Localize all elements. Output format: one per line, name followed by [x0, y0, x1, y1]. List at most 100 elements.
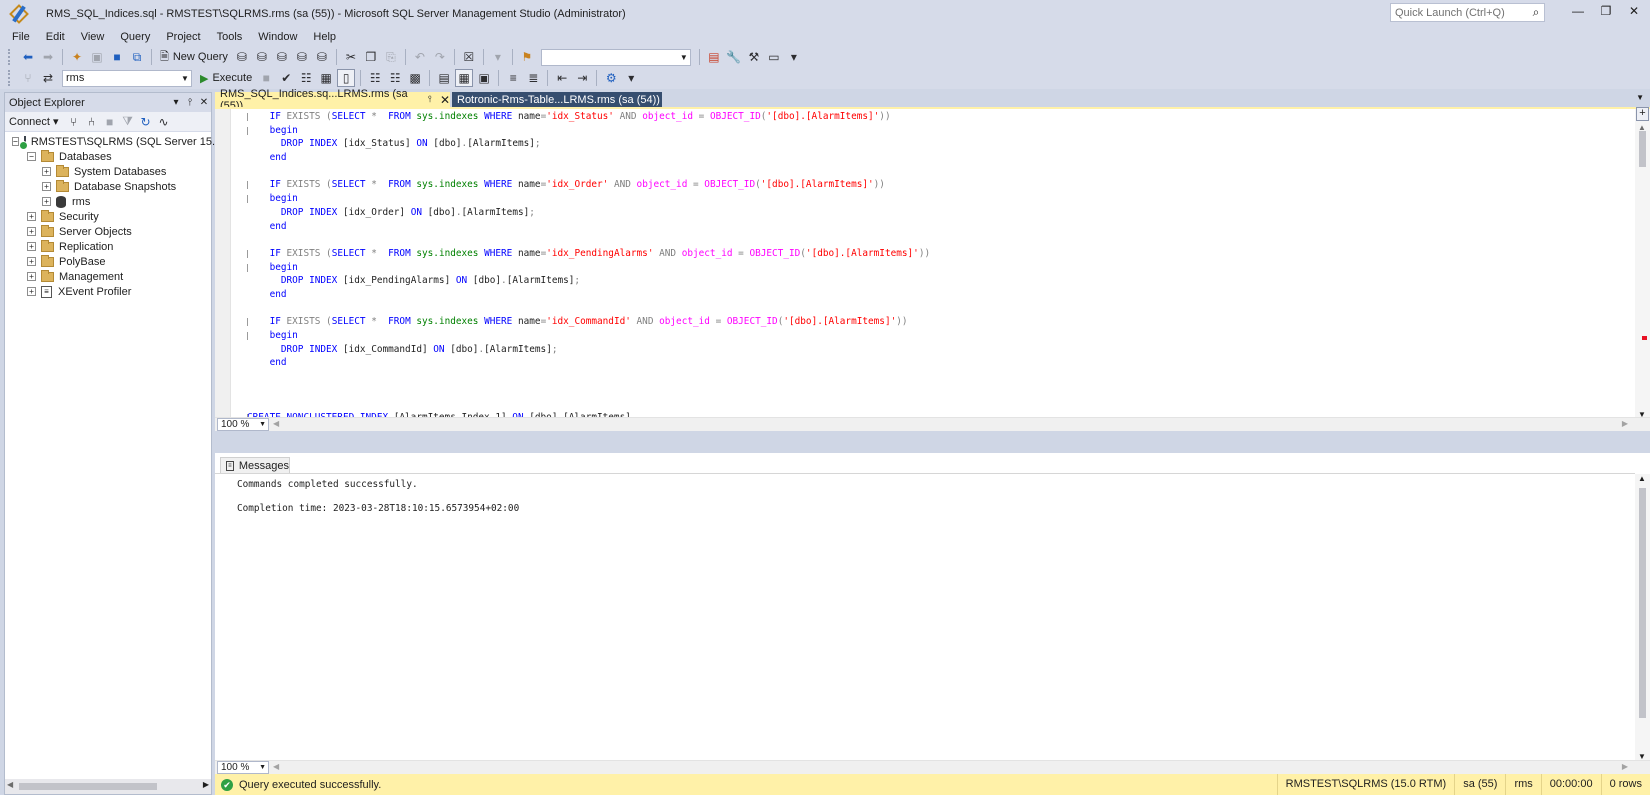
tree-item-server-objects[interactable]: + Server Objects [5, 224, 211, 239]
fold-collapse-icon[interactable]: − [247, 195, 248, 204]
results-to-grid-icon[interactable]: ▦ [455, 69, 474, 87]
disconnect-icon[interactable]: ⑃ [84, 113, 100, 131]
redo-icon[interactable]: ↷ [431, 48, 449, 66]
menu-tools[interactable]: Tools [209, 31, 251, 43]
fold-collapse-icon[interactable]: − [247, 249, 248, 258]
scroll-thumb[interactable] [19, 783, 157, 790]
scroll-left-icon[interactable]: ◀ [7, 780, 13, 789]
expand-icon[interactable]: + [27, 287, 36, 296]
toolbox-icon[interactable]: ⚒ [745, 48, 763, 66]
fold-collapse-icon[interactable]: − [247, 113, 248, 121]
code-line[interactable]: − IF EXISTS (SELECT * FROM sys.indexes W… [247, 247, 1627, 261]
code-line[interactable]: end [247, 151, 1627, 165]
tree-item-server[interactable]: − RMSTEST\SQLRMS (SQL Server 15.0.2000 -… [5, 134, 274, 150]
scroll-right-icon[interactable]: ▶ [203, 780, 209, 789]
query-editor[interactable]: − IF EXISTS (SELECT * FROM sys.indexes W… [215, 107, 1650, 431]
save-icon[interactable]: ■ [108, 48, 126, 66]
new-query-button[interactable]: 🗎 New Query [156, 48, 232, 66]
fold-collapse-icon[interactable]: − [247, 332, 248, 340]
collapse-icon[interactable]: − [12, 137, 19, 146]
specify-template-values-icon[interactable]: ⚙ [602, 69, 620, 87]
code-line[interactable]: − IF EXISTS (SELECT * FROM sys.indexes W… [247, 110, 1627, 124]
code-line[interactable]: end [247, 356, 1627, 370]
code-line[interactable]: − begin [247, 261, 1627, 275]
include-actual-plan-icon[interactable]: ☷ [366, 69, 384, 87]
tree-item-management[interactable]: + Management [5, 269, 211, 284]
code-line[interactable]: DROP INDEX [idx_PendingAlarms] ON [dbo].… [247, 274, 1627, 288]
menu-file[interactable]: File [4, 31, 38, 43]
parse-checkmark-icon[interactable]: ✔ [277, 69, 295, 87]
analysis-mdx-query-icon[interactable]: ⛁ [253, 48, 271, 66]
database-engine-query-icon[interactable]: ⛁ [233, 48, 251, 66]
code-line[interactable] [247, 397, 1627, 411]
refresh-icon[interactable]: ↻ [138, 113, 154, 131]
client-statistics-icon[interactable]: ▩ [406, 69, 424, 87]
editor-vscrollbar[interactable]: + ▲ ▼ [1635, 107, 1650, 419]
menu-project[interactable]: Project [158, 31, 208, 43]
expand-icon[interactable]: + [27, 242, 36, 251]
search-icon[interactable]: ⌕ [1528, 5, 1544, 20]
cancel-query-icon[interactable]: ■ [257, 69, 275, 87]
code-line[interactable] [247, 384, 1627, 398]
connect-object-explorer-icon[interactable]: ⑂ [66, 113, 82, 131]
find-in-files-icon[interactable]: ⚑ [518, 48, 536, 66]
code-line[interactable] [247, 233, 1627, 247]
display-estimated-plan-icon[interactable]: ☷ [297, 69, 315, 87]
close-panel-icon[interactable]: ✕ [197, 97, 211, 108]
tree-item-rms[interactable]: + rms [5, 194, 211, 209]
forward-icon[interactable]: ➡ [39, 48, 57, 66]
tree-item-system-databases[interactable]: + System Databases [5, 164, 211, 179]
tab-messages[interactable]: ≡ Messages [220, 457, 290, 473]
change-connection-icon[interactable]: ⇄ [39, 69, 57, 87]
quick-launch-input[interactable]: Quick Launch (Ctrl+Q) ⌕ [1390, 3, 1545, 22]
back-icon[interactable]: ⬅ [19, 48, 37, 66]
code-line[interactable]: DROP INDEX [idx_Status] ON [dbo].[AlarmI… [247, 137, 1627, 151]
chevron-down-icon[interactable]: ▼ [678, 53, 690, 62]
fold-collapse-icon[interactable]: − [247, 181, 248, 190]
execute-button[interactable]: ▶ Execute [196, 69, 256, 87]
available-databases-combo[interactable]: rms ▼ [62, 69, 192, 87]
code-line[interactable]: − IF EXISTS (SELECT * FROM sys.indexes W… [247, 315, 1627, 329]
close-window-icon[interactable]: ✕ [1624, 4, 1644, 22]
code-line[interactable]: − begin [247, 124, 1627, 138]
increase-indent-icon[interactable]: ⇥ [573, 69, 591, 87]
toolbar-grip[interactable] [8, 49, 12, 65]
solution-configurations-icon[interactable]: ▾ [489, 48, 507, 66]
tree-item-security[interactable]: + Security [5, 209, 211, 224]
menu-query[interactable]: Query [112, 31, 158, 43]
tree-item-databases[interactable]: − Databases [5, 149, 211, 164]
code-line[interactable] [247, 165, 1627, 179]
activity-monitor-icon[interactable]: ☒ [460, 48, 478, 66]
expand-icon[interactable]: + [42, 167, 51, 176]
analysis-xmla-query-icon[interactable]: ⛁ [293, 48, 311, 66]
analysis-dax-query-icon[interactable]: ⛁ [313, 48, 331, 66]
code-line[interactable] [247, 302, 1627, 316]
undo-icon[interactable]: ↶ [411, 48, 429, 66]
pin-icon[interactable]: ⫯ [183, 97, 197, 108]
expand-icon[interactable]: + [27, 272, 36, 281]
menu-edit[interactable]: Edit [38, 31, 73, 43]
restore-icon[interactable]: ❐ [1596, 4, 1616, 22]
fold-collapse-icon[interactable]: − [247, 263, 248, 272]
registered-servers-icon[interactable]: ▤ [705, 48, 723, 66]
tree-item-replication[interactable]: + Replication [5, 239, 211, 254]
scroll-right-icon[interactable]: ▶ [1622, 419, 1628, 428]
close-tab-icon[interactable]: ✕ [440, 93, 450, 107]
scroll-left-icon[interactable]: ◀ [273, 419, 279, 428]
fold-collapse-icon[interactable]: − [247, 318, 248, 327]
chevron-down-icon[interactable]: ▼ [259, 419, 266, 430]
toolbar-grip[interactable] [8, 70, 12, 86]
query-designer-icon[interactable]: ▦ [317, 69, 335, 87]
pin-icon[interactable]: ⫯ [428, 94, 432, 105]
menu-window[interactable]: Window [250, 31, 305, 43]
activity-monitor-icon[interactable]: ∿ [156, 113, 172, 131]
expand-icon[interactable]: + [27, 212, 36, 221]
live-query-statistics-icon[interactable]: ☷ [386, 69, 404, 87]
template-explorer-icon[interactable]: ▭ [765, 48, 783, 66]
toolbar-options-icon[interactable]: ▾ [785, 48, 803, 66]
code-line[interactable] [247, 370, 1627, 384]
analysis-dmx-query-icon[interactable]: ⛁ [273, 48, 291, 66]
toolbar-options-icon[interactable]: ▾ [622, 69, 640, 87]
scroll-right-icon[interactable]: ▶ [1622, 762, 1628, 771]
tree-item-polybase[interactable]: + PolyBase [5, 254, 211, 269]
